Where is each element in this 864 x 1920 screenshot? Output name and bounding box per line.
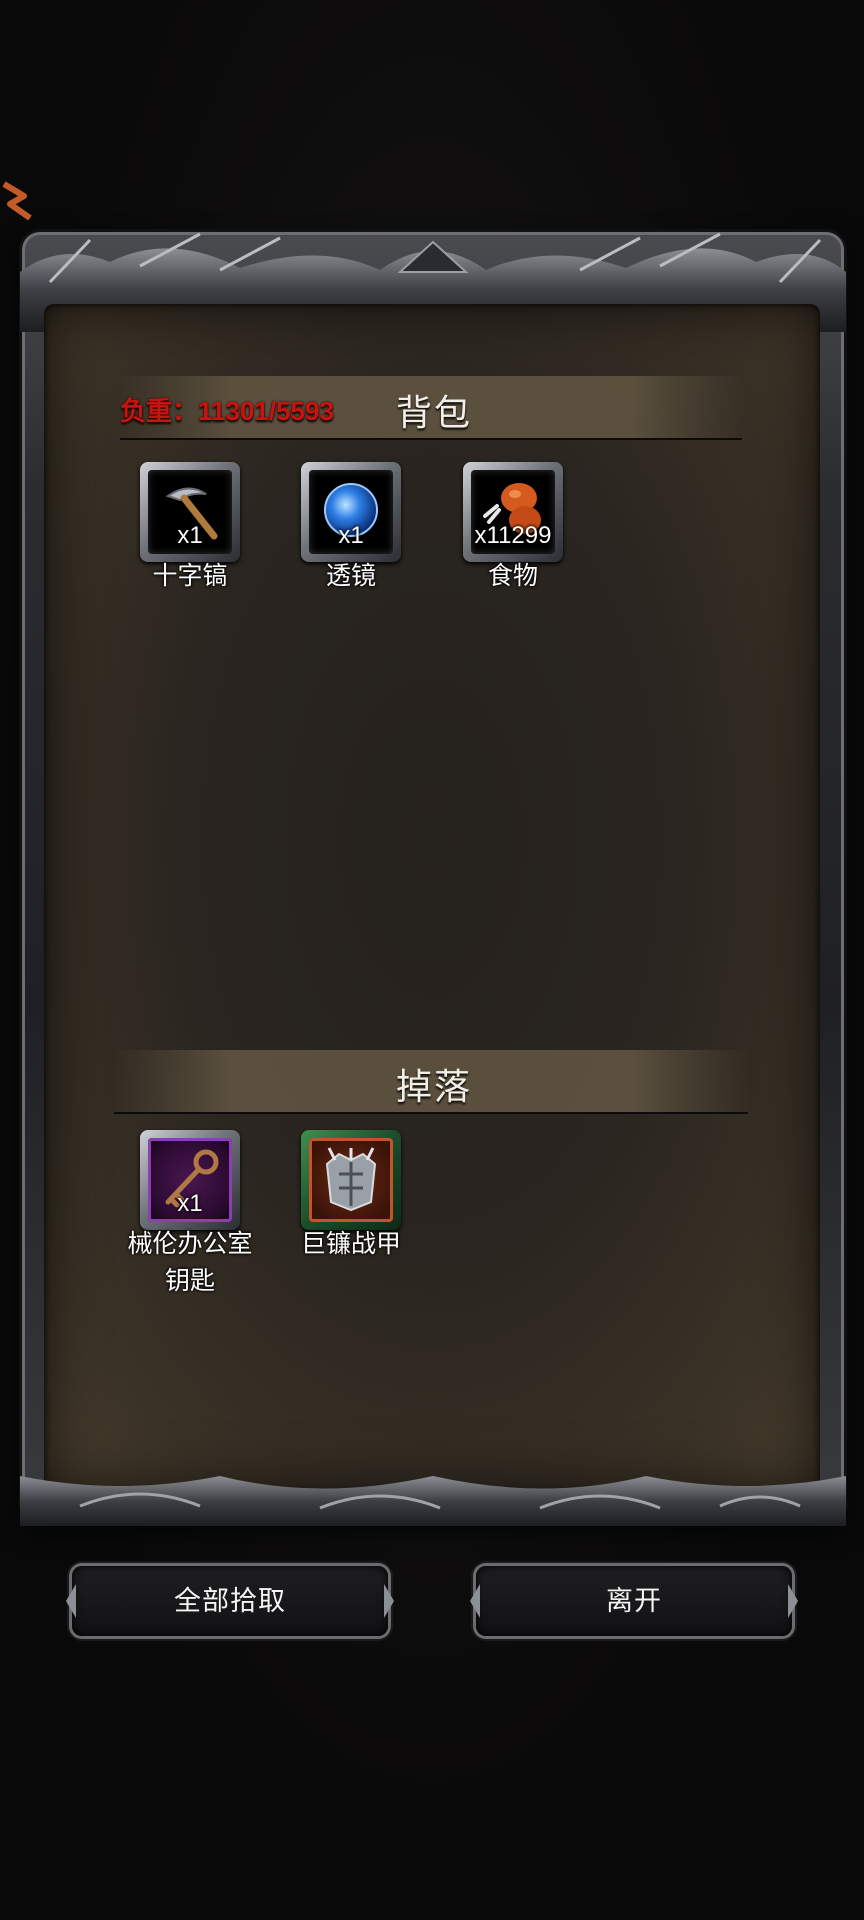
drop-title: 掉落 [396, 1066, 473, 1107]
bag-item-pickaxe[interactable]: x1 十字镐 [140, 462, 240, 590]
leave-label: 离开 [606, 1586, 662, 1616]
pick-all-label: 全部拾取 [174, 1586, 286, 1616]
item-name: 食物 [487, 562, 538, 590]
bag-title: 背包 [396, 392, 473, 433]
item-name: 十字镐 [152, 562, 228, 590]
pick-all-button[interactable]: 全部拾取 [66, 1566, 388, 1636]
bag-item-lens[interactable]: x1 透镜 [301, 462, 401, 590]
item-name: 透镜 [325, 562, 376, 590]
item-count: x1 [177, 522, 203, 549]
ornate-frame-bottom [20, 1476, 846, 1526]
weight-label: 负重：11301/5593 [120, 396, 334, 426]
drop-item-key[interactable]: x1 械伦办公室 钥匙 [127, 1130, 253, 1295]
item-name: 械伦办公室 钥匙 [127, 1230, 253, 1295]
drop-item-armor[interactable]: 巨镰战甲 [301, 1130, 401, 1258]
item-name: 巨镰战甲 [300, 1230, 401, 1258]
leave-button[interactable]: 离开 [470, 1566, 792, 1636]
arrow-icon [2, 181, 32, 221]
item-count: x1 [338, 522, 364, 549]
item-count: x1 [177, 1190, 203, 1217]
screen: 负重：11301/5593 背包 x1 十字镐 x1 透镜 x11299 食物 … [0, 0, 864, 1920]
armor-icon [325, 1147, 377, 1212]
item-count: x11299 [474, 522, 552, 549]
bag-item-food[interactable]: x11299 食物 [463, 462, 563, 590]
